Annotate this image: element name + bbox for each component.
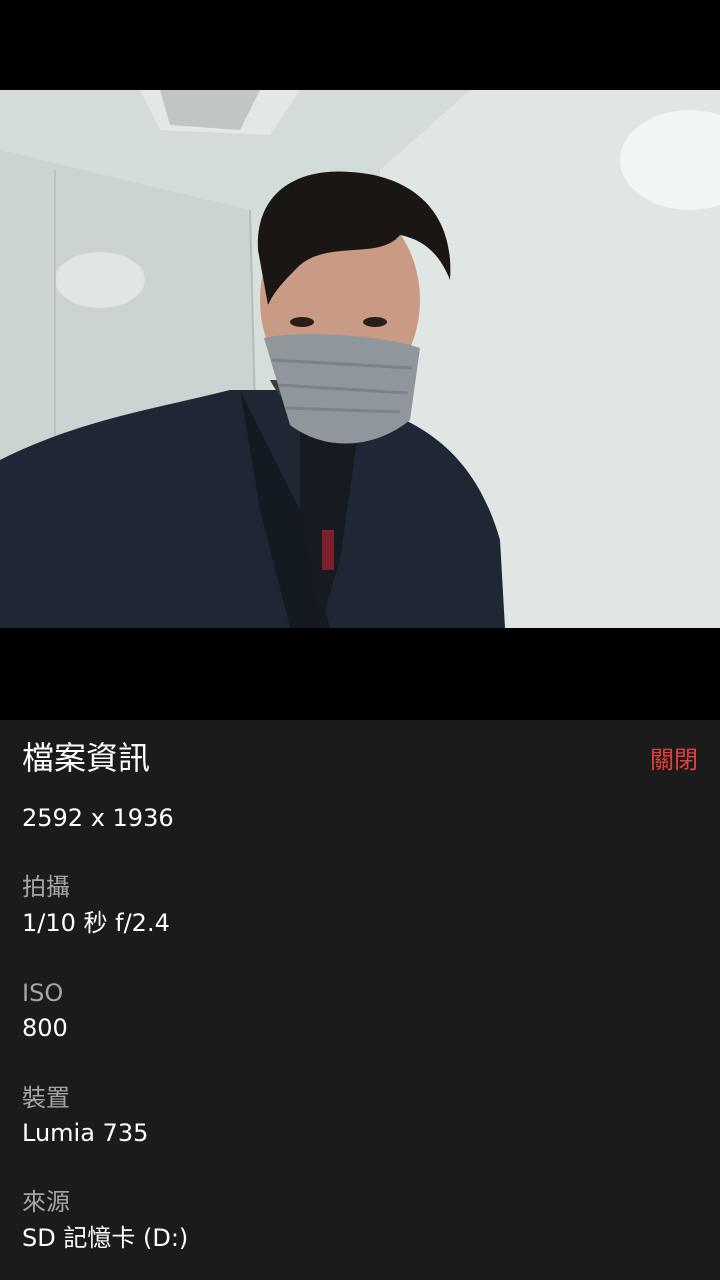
photo-illustration — [0, 90, 720, 628]
device-label: 裝置 — [22, 1084, 70, 1112]
device-value: Lumia 735 — [22, 1119, 149, 1147]
source-label: 來源 — [22, 1188, 70, 1216]
iso-label: ISO — [22, 979, 64, 1007]
exposure-label: 拍攝 — [22, 873, 70, 901]
source-value: SD 記憶卡 (D:) — [22, 1224, 189, 1252]
photo-image[interactable] — [0, 90, 720, 628]
wall-reflection — [55, 252, 145, 308]
iso-value: 800 — [22, 1014, 68, 1042]
resolution-value: 2592 x 1936 — [22, 804, 174, 832]
exposure-value: 1/10 秒 f/2.4 — [22, 909, 170, 937]
panel-title: 檔案資訊 — [22, 739, 151, 777]
photo-viewer-screen: 檔案資訊 關閉 2592 x 1936 拍攝 1/10 秒 f/2.4 ISO … — [0, 0, 720, 1280]
close-button[interactable]: 關閉 — [650, 742, 698, 778]
